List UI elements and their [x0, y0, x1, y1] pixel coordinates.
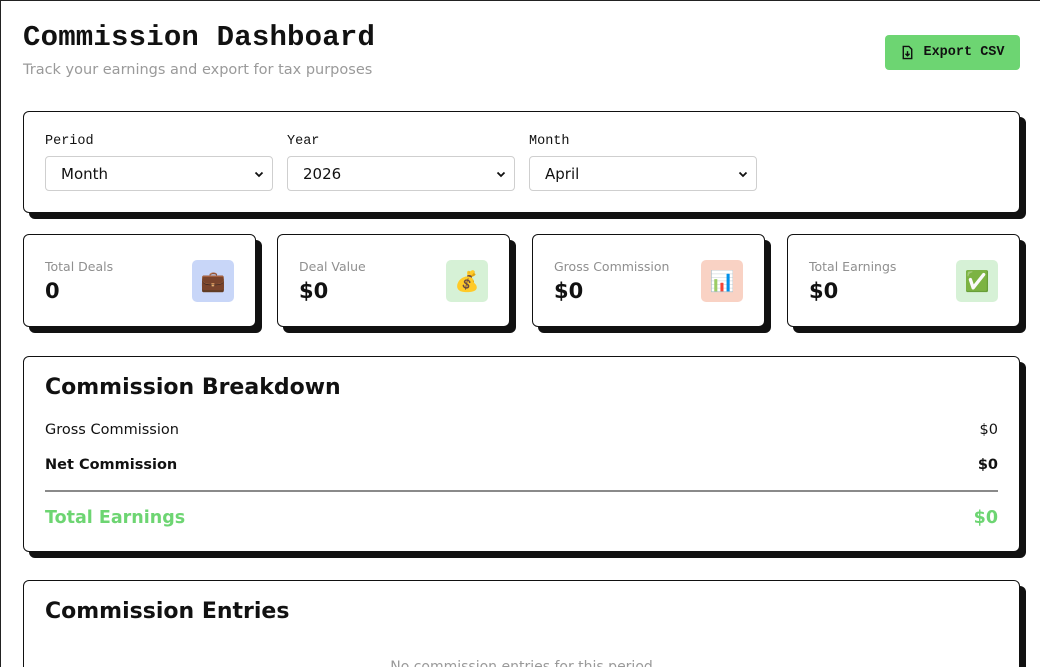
net-commission-value: $0	[977, 457, 998, 473]
page-header: Commission Dashboard Track your earnings…	[23, 19, 1020, 89]
commission-breakdown-card: Commission Breakdown Gross Commission $0…	[23, 356, 1020, 552]
stat-label: Total Deals	[45, 259, 114, 274]
export-csv-button[interactable]: Export CSV	[885, 35, 1020, 70]
stat-label: Deal Value	[299, 259, 366, 274]
period-label: Period	[45, 134, 94, 149]
year-label: Year	[287, 134, 320, 149]
month-select-value: April	[545, 164, 580, 183]
stat-card-total-deals: Total Deals 0 💼	[23, 234, 256, 327]
bar-chart-icon: 📊	[701, 260, 743, 302]
month-label: Month	[529, 134, 570, 149]
empty-state-text: No commission entries for this period	[390, 659, 653, 667]
year-filter: Year 2026	[287, 134, 515, 191]
chevron-down-icon	[738, 171, 748, 177]
export-csv-label: Export CSV	[923, 45, 1005, 60]
year-select[interactable]: 2026	[287, 156, 515, 191]
page-title: Commission Dashboard	[23, 21, 376, 54]
period-filter: Period Month	[45, 134, 273, 191]
total-earnings-label: Total Earnings	[45, 508, 186, 528]
page-subtitle: Track your earnings and export for tax p…	[23, 62, 373, 78]
chevron-down-icon	[254, 171, 264, 177]
stat-value: $0	[554, 279, 584, 303]
stat-card-gross-commission: Gross Commission $0 📊	[532, 234, 765, 327]
stat-value: 0	[45, 279, 60, 303]
stat-label: Gross Commission	[554, 259, 670, 274]
month-filter: Month April	[529, 134, 757, 191]
total-earnings-row: Total Earnings $0	[45, 508, 998, 528]
stat-label: Total Earnings	[809, 259, 897, 274]
file-download-icon	[903, 45, 913, 60]
gross-commission-label: Gross Commission	[45, 422, 179, 438]
total-earnings-value: $0	[973, 508, 998, 528]
divider	[45, 490, 998, 492]
gross-commission-value: $0	[979, 422, 998, 438]
money-bag-icon: 💰	[446, 260, 488, 302]
stat-card-deal-value: Deal Value $0 💰	[277, 234, 510, 327]
net-commission-row: Net Commission $0	[45, 457, 998, 473]
year-select-value: 2026	[303, 164, 342, 183]
gross-commission-row: Gross Commission $0	[45, 422, 998, 438]
filters-card: Period Month Year 2026 Month April	[23, 111, 1020, 213]
chevron-down-icon	[496, 171, 506, 177]
entries-title: Commission Entries	[45, 599, 290, 624]
breakdown-title: Commission Breakdown	[45, 375, 341, 400]
period-select-value: Month	[61, 164, 109, 183]
check-mark-icon: ✅	[956, 260, 998, 302]
commission-entries-card: Commission Entries No commission entries…	[23, 580, 1020, 667]
period-select[interactable]: Month	[45, 156, 273, 191]
stat-value: $0	[809, 279, 839, 303]
briefcase-icon: 💼	[192, 260, 234, 302]
stat-value: $0	[299, 279, 329, 303]
net-commission-label: Net Commission	[45, 457, 178, 473]
month-select[interactable]: April	[529, 156, 757, 191]
stat-card-total-earnings: Total Earnings $0 ✅	[787, 234, 1020, 327]
